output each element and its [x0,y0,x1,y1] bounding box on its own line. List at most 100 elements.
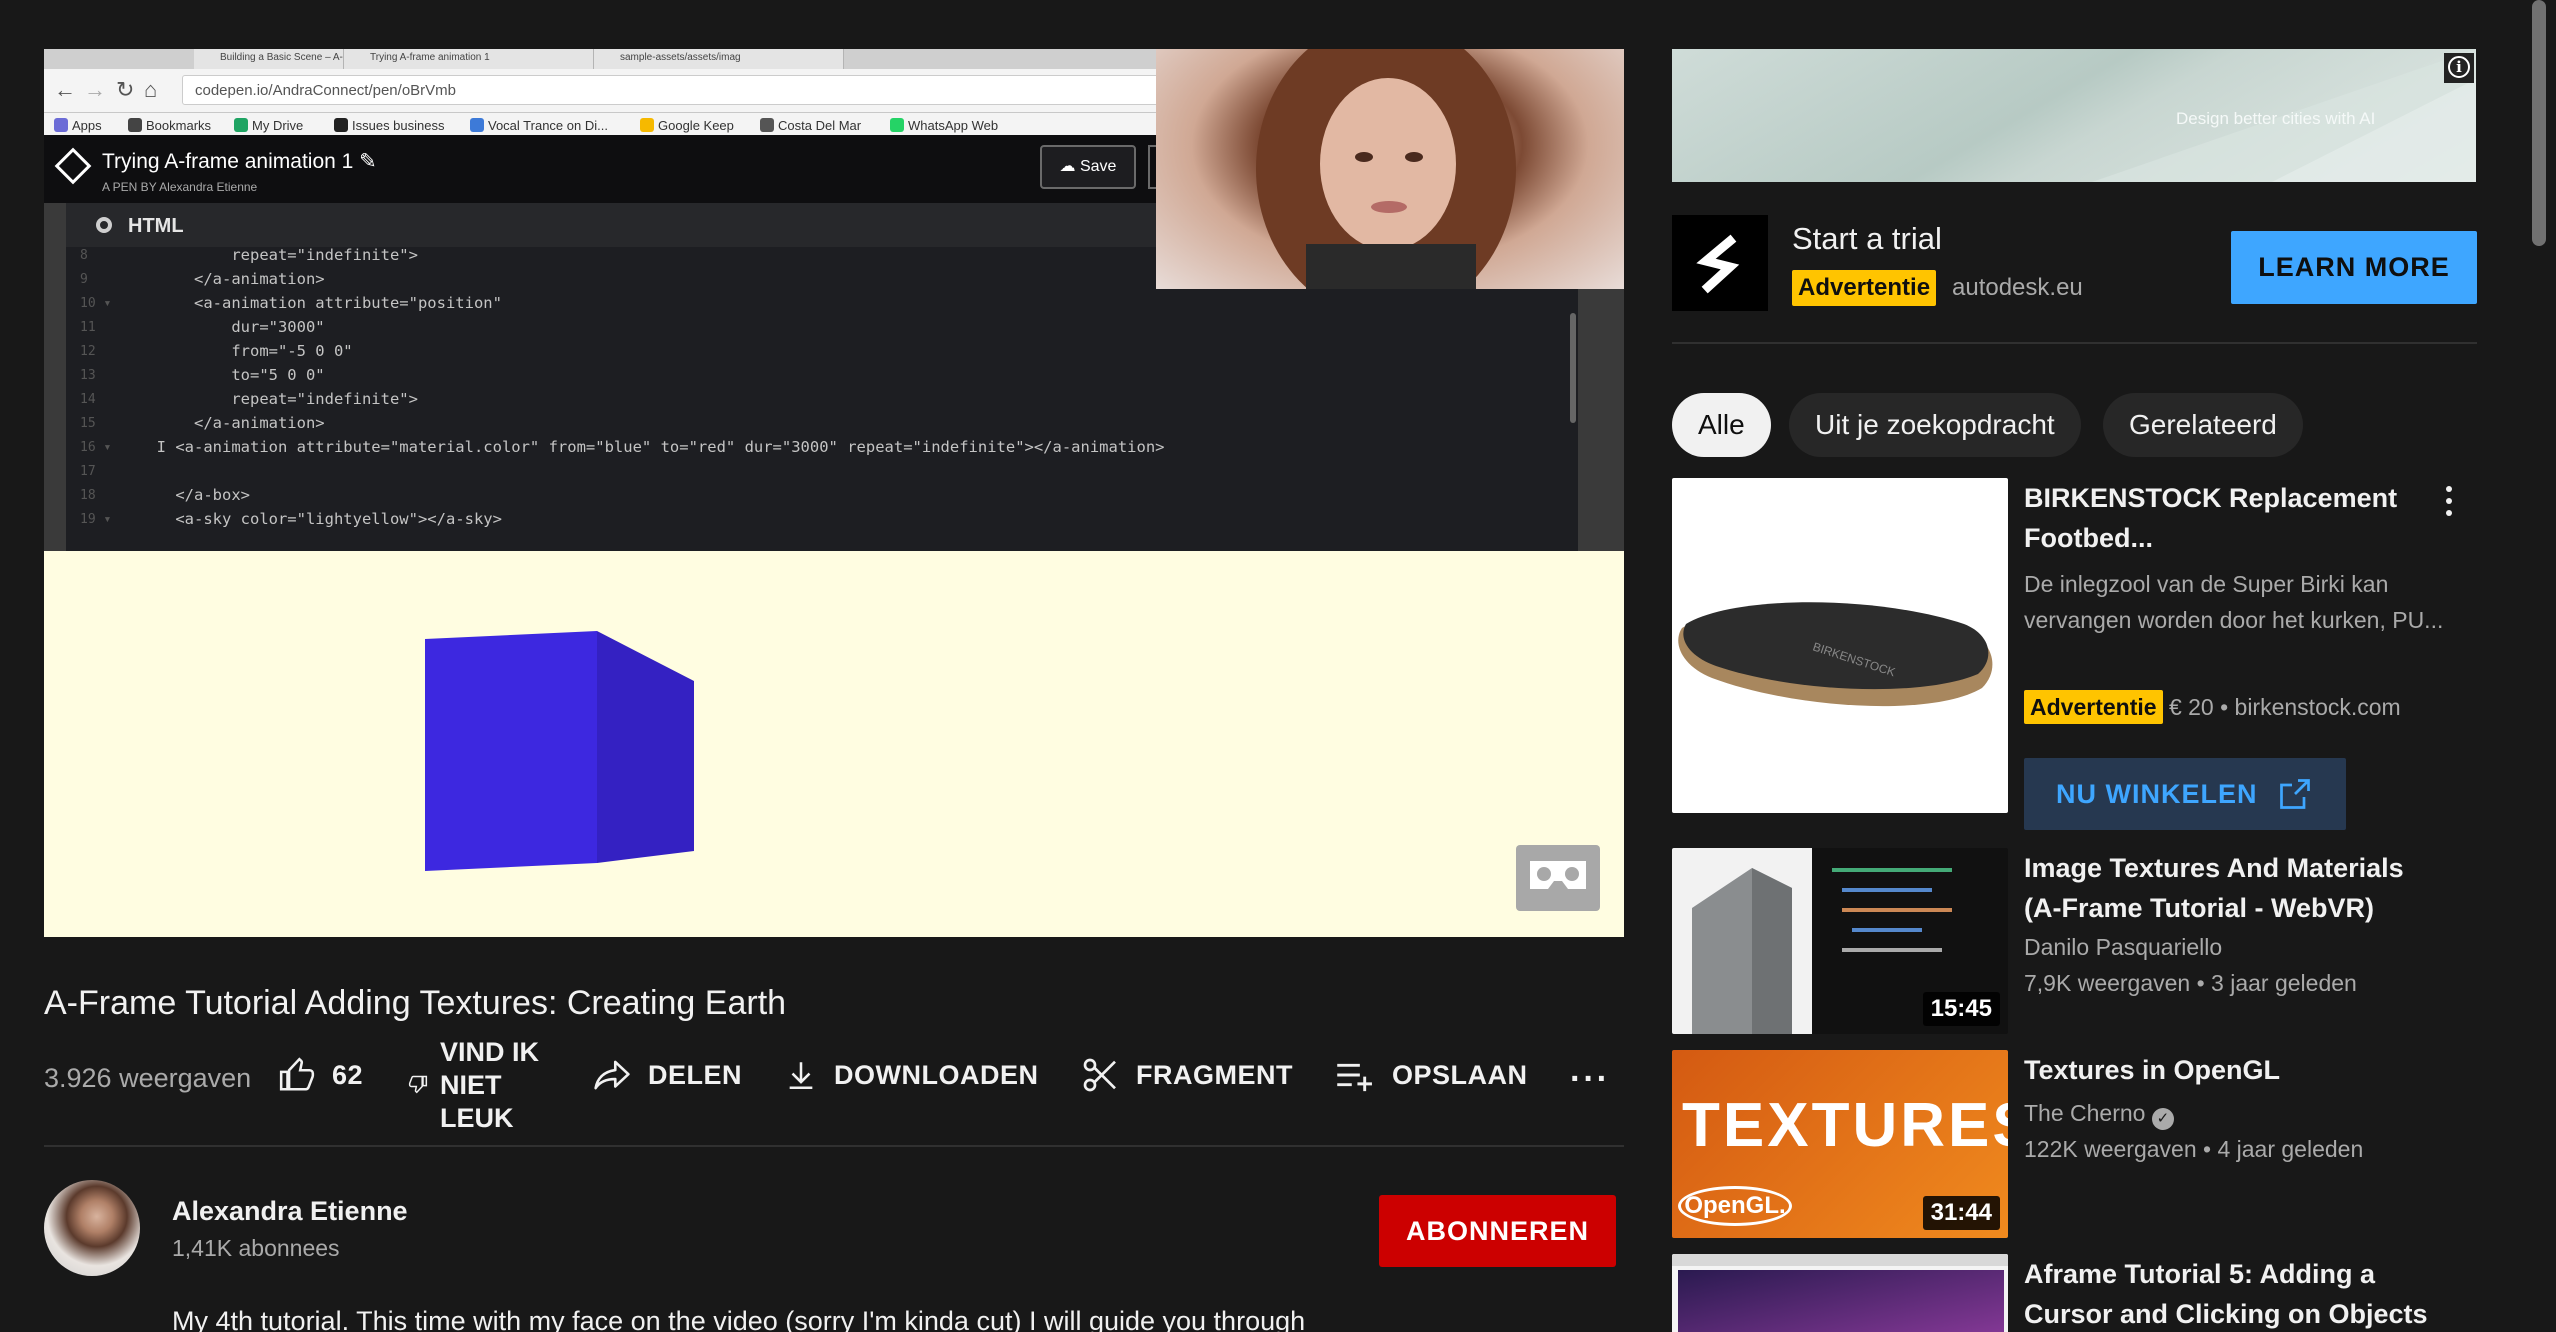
chip-from-search[interactable]: Uit je zoekopdracht [1789,393,2081,457]
thumbs-down-icon [408,1075,428,1094]
thumbnail-text: TEXTURES [1682,1091,2008,1160]
video-title[interactable]: Textures in OpenGL [2024,1050,2444,1090]
editor-scrollbar [1570,313,1576,423]
share-label: DELEN [648,1059,743,1090]
save-to-playlist-button[interactable]: OPSLAAN [1334,1040,1528,1110]
shopping-ad-meta: Advertentie € 20 • birkenstock.com [2024,690,2401,724]
bookmark: Issues business [334,118,445,133]
editor-gutter [44,203,66,601]
ad-title[interactable]: Start a trial [1792,221,1942,257]
bookmark: Apps [54,118,102,133]
video-title[interactable]: Aframe Tutorial 5: Adding a Cursor and C… [2024,1254,2444,1332]
download-icon [789,1062,813,1090]
editor-panel-title: HTML [128,215,184,237]
like-button[interactable]: 62 [278,1040,363,1110]
bookmark: Costa Del Mar [760,118,861,133]
divider [1672,342,2477,344]
video-thumbnail[interactable] [1672,1254,2008,1332]
ad-badge: Advertentie [2024,690,2163,724]
youtube-watch-page: Building a Basic Scene – A-F Trying A-fr… [0,0,2556,1332]
codepen-pen-title: Trying A-frame animation 1 ✎ [102,150,377,173]
subscribe-button[interactable]: ABONNEREN [1379,1195,1616,1267]
related-video[interactable]: TEXTURES OpenGL. 31:44 Textures in OpenG… [1672,1050,2478,1238]
shopping-ad-description: De inlegzool van de Super Birki kan verv… [2024,571,2444,633]
chip-related[interactable]: Gerelateerd [2103,393,2303,457]
shop-now-label: NU WINKELEN [2056,779,2258,809]
vr-headset-button [1516,845,1600,911]
download-button[interactable]: DOWNLOADEN [784,1040,1038,1110]
save-label: OPSLAAN [1392,1059,1528,1090]
bookmark: Bookmarks [128,118,211,133]
clip-label: FRAGMENT [1136,1059,1293,1090]
channel-name[interactable]: The Cherno ✓ [2024,1100,2174,1130]
share-button[interactable]: DELEN [592,1040,742,1110]
vr-goggles-icon [1530,861,1586,889]
aframe-scene-preview [44,551,1624,937]
opengl-logo: OpenGL. [1678,1186,1792,1226]
codepen-byline: A PEN BY Alexandra Etienne [102,180,258,194]
thumbnail-graphic [1672,1254,2008,1332]
product-thumbnail[interactable]: BIRKENSTOCK [1672,478,2008,813]
blue-box-3d [425,631,694,871]
price-domain: € 20 • birkenstock.com [2168,694,2401,720]
video-title[interactable]: Image Textures And Materials (A-Frame Tu… [2024,848,2444,928]
channel-name[interactable]: Danilo Pasquariello [2024,934,2222,961]
video-thumbnail[interactable]: 15:45 [1672,848,2008,1034]
browser-tab: Trying A-frame animation 1 [344,49,594,69]
shopping-ad-title[interactable]: BIRKENSTOCK Replacement Footbed... [2024,478,2444,558]
ad-domain: autodesk.eu [1952,274,2083,301]
reload-icon: ↻ [116,77,135,102]
ad-badge: Advertentie [1792,270,1937,306]
subscriber-count: 1,41K abonnees [172,1235,340,1261]
external-link-icon [2280,779,2310,809]
related-video[interactable]: 15:45 Image Textures And Materials (A-Fr… [1672,848,2478,1036]
more-options-icon[interactable] [2446,486,2452,522]
ad-banner[interactable]: Design better cities with AI i [1672,49,2476,182]
bookmark: WhatsApp Web [890,118,998,133]
view-count: 3.926 weergaven [44,1063,252,1093]
related-video[interactable]: Aframe Tutorial 5: Adding a Cursor and C… [1672,1254,2478,1332]
forward-icon: → [84,77,106,102]
gear-icon [96,217,112,233]
webcam-overlay [1156,49,1624,289]
divider [44,1145,1624,1147]
learn-more-button[interactable]: LEARN MORE [2231,231,2477,304]
home-icon: ⌂ [144,77,158,102]
channel-avatar[interactable] [44,1180,140,1276]
back-icon: ← [54,77,76,102]
thumbs-up-icon [279,1057,315,1091]
dislike-label: VIND IK NIET LEUK [440,1037,540,1133]
scissors-icon [1083,1058,1116,1092]
video-description[interactable]: My 4th tutorial. This time with my face … [172,1306,1305,1332]
more-actions-icon[interactable]: ··· [1570,1060,1610,1099]
clip-button[interactable]: FRAGMENT [1080,1040,1293,1110]
like-count: 62 [332,1059,364,1090]
insole-image: BIRKENSTOCK [1678,602,1993,707]
browser-tab: sample-assets/assets/imag [594,49,844,69]
shop-now-button[interactable]: NU WINKELEN [2024,758,2346,830]
codepen-logo-icon [54,147,92,185]
share-icon [594,1060,630,1090]
chip-all[interactable]: Alle [1672,393,1771,457]
video-meta: 122K weergaven • 4 jaar geleden [2024,1136,2364,1162]
page-scrollbar[interactable] [2532,0,2546,246]
video-player[interactable]: Building a Basic Scene – A-F Trying A-fr… [44,49,1624,937]
ad-banner-text: Design better cities with AI [2176,109,2376,128]
video-title: A-Frame Tutorial Adding Textures: Creati… [44,984,787,1022]
channel-name[interactable]: Alexandra Etienne [172,1196,408,1227]
bookmark: My Drive [234,118,303,133]
codepen-save-button: ☁ Save [1040,145,1136,189]
video-thumbnail[interactable]: TEXTURES OpenGL. 31:44 [1672,1050,2008,1238]
autodesk-logo-icon [1696,234,1740,294]
presenter-face-image [1256,49,1516,289]
download-label: DOWNLOADEN [834,1059,1039,1090]
video-duration: 31:44 [1922,1196,2000,1230]
autodesk-logo[interactable] [1672,215,1768,311]
browser-tab: Building a Basic Scene – A-F [194,49,344,69]
video-duration: 15:45 [1922,992,2000,1026]
verified-icon: ✓ [2151,1108,2174,1130]
video-meta: 7,9K weergaven • 3 jaar geleden [2024,970,2357,996]
ad-info-icon[interactable]: i [2444,53,2474,83]
bookmark: Vocal Trance on Di... [470,118,608,133]
playlist-add-icon [1337,1063,1372,1092]
